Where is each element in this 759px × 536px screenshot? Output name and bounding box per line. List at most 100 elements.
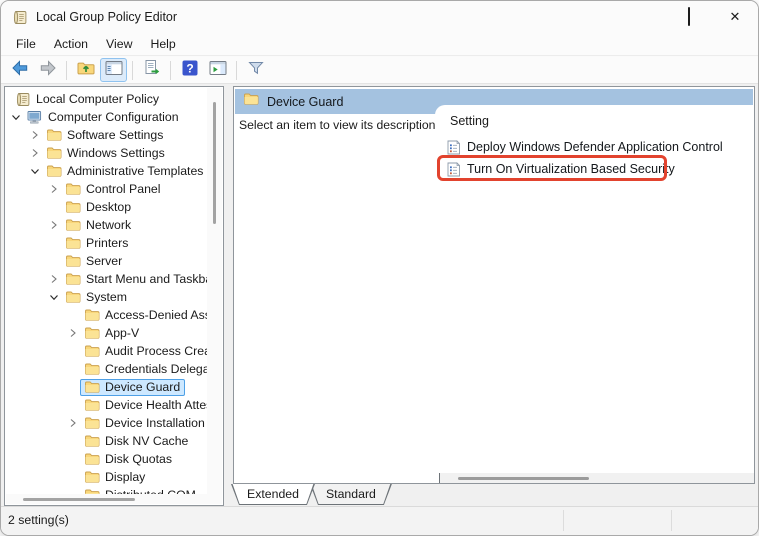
chevron-down-icon[interactable] [9, 109, 23, 125]
show-console-tree-button[interactable] [100, 58, 127, 82]
settings-rows: Deploy Windows Defender Application Cont… [435, 136, 753, 180]
tree-item-target[interactable]: Local Computer Policy [11, 91, 164, 108]
setting-column-header[interactable]: Setting [450, 114, 753, 132]
tree-item-label: Audit Process Crea [105, 344, 211, 358]
settings-horizontal-scrollbar[interactable] [439, 473, 754, 483]
tree-item-target[interactable]: Start Menu and Taskba [61, 271, 217, 288]
folder-icon [65, 181, 81, 197]
tree-item-target[interactable]: Desktop [61, 199, 136, 216]
tree-item-target[interactable]: Computer Configuration [23, 109, 184, 126]
up-one-level-button[interactable] [72, 58, 99, 82]
forward-button[interactable] [34, 58, 61, 82]
tree-item-server[interactable]: Server [5, 252, 223, 270]
tab-extended[interactable]: Extended [231, 484, 315, 505]
chevron-right-icon[interactable] [66, 415, 80, 431]
details-pane-title: Device Guard [267, 94, 344, 109]
tree-item-target[interactable]: System [61, 289, 132, 306]
chevron-right-icon[interactable] [28, 145, 42, 161]
tree-item-label: Server [86, 254, 123, 268]
chevron-down-icon[interactable] [28, 163, 42, 179]
tree-item-target[interactable]: Server [61, 253, 127, 270]
chevron-down-icon[interactable] [47, 289, 61, 305]
chevron-right-icon[interactable] [66, 325, 80, 341]
scrollbar-thumb[interactable] [213, 102, 216, 224]
tree-item-disk-nv-cache[interactable]: Disk NV Cache [5, 432, 223, 450]
tree-item-label: Network [86, 218, 132, 232]
tree-item-software-settings[interactable]: Software Settings [5, 126, 223, 144]
tree-item-access-denied-assi[interactable]: Access-Denied Assi [5, 306, 223, 324]
menu-help[interactable]: Help [141, 35, 184, 53]
menu-file[interactable]: File [7, 35, 45, 53]
tree-item-local-computer-policy[interactable]: Local Computer Policy [5, 90, 223, 108]
tree-item-target[interactable]: Disk NV Cache [80, 433, 193, 450]
scrollbar-thumb[interactable] [458, 477, 589, 480]
tree-item-computer-configuration[interactable]: Computer Configuration [5, 108, 223, 126]
chevron-right-icon[interactable] [28, 127, 42, 143]
chevron-right-icon[interactable] [47, 181, 61, 197]
tree-item-audit-process-crea[interactable]: Audit Process Crea [5, 342, 223, 360]
setting-row-deploy-windows-defender-application-control[interactable]: Deploy Windows Defender Application Cont… [435, 136, 753, 158]
tree-item-label: Device Health Attes [105, 398, 213, 412]
minimize-button[interactable] [620, 1, 666, 33]
tab-standard[interactable]: Standard [310, 484, 392, 505]
tree-item-printers[interactable]: Printers [5, 234, 223, 252]
tree-item-target[interactable]: Credentials Delegat [80, 361, 218, 378]
tree-item-disk-quotas[interactable]: Disk Quotas [5, 450, 223, 468]
tree-item-device-guard[interactable]: Device Guard [5, 378, 223, 396]
tree-item-administrative-templates[interactable]: Administrative Templates [5, 162, 223, 180]
policy-setting-icon [447, 161, 460, 177]
show-action-pane-button[interactable] [204, 58, 231, 82]
toolbar-separator [66, 60, 67, 80]
tree-item-target[interactable]: App-V [80, 325, 144, 342]
menu-view[interactable]: View [97, 35, 141, 53]
scroll-icon [15, 91, 31, 107]
tree-item-device-installation[interactable]: Device Installation [5, 414, 223, 432]
tree-item-label: Desktop [86, 200, 132, 214]
toolbar-separator [170, 60, 171, 80]
setting-row-turn-on-virtualization-based-security[interactable]: Turn On Virtualization Based Security [435, 158, 753, 180]
statusbar-divider [671, 510, 672, 531]
filter-button[interactable] [242, 58, 269, 82]
tree-item-target[interactable]: Device Health Attes [80, 397, 217, 414]
tree-item-target[interactable]: Windows Settings [42, 145, 170, 162]
tree-item-network[interactable]: Network [5, 216, 223, 234]
tree-item-app-v[interactable]: App-V [5, 324, 223, 342]
menu-action[interactable]: Action [45, 35, 97, 53]
tree-item-target[interactable]: Disk Quotas [80, 451, 177, 468]
tree-item-label: Windows Settings [67, 146, 165, 160]
help-button[interactable]: ? [176, 58, 203, 82]
tree-item-windows-settings[interactable]: Windows Settings [5, 144, 223, 162]
tree-item-credentials-delegat[interactable]: Credentials Delegat [5, 360, 223, 378]
tree-item-start-menu-and-taskba[interactable]: Start Menu and Taskba [5, 270, 223, 288]
tree-item-desktop[interactable]: Desktop [5, 198, 223, 216]
tree-item-target[interactable]: Audit Process Crea [80, 343, 216, 360]
tree-item-label: Credentials Delegat [105, 362, 214, 376]
back-button[interactable] [6, 58, 33, 82]
tree-item-target[interactable]: Network [61, 217, 136, 234]
tree-item-target[interactable]: Access-Denied Assi [80, 307, 219, 324]
titlebar: Local Group Policy Editor ✕ [1, 1, 758, 33]
tree-item-system[interactable]: System [5, 288, 223, 306]
tree-item-target[interactable]: Control Panel [61, 181, 166, 198]
maximize-button[interactable] [666, 1, 712, 33]
scrollbar-thumb[interactable] [23, 498, 135, 501]
tree-horizontal-scrollbar[interactable] [6, 494, 222, 504]
tree-item-label: System [86, 290, 127, 304]
status-text: 2 setting(s) [8, 513, 69, 527]
tree-item-target[interactable]: Device Installation [80, 415, 210, 432]
tree-item-control-panel[interactable]: Control Panel [5, 180, 223, 198]
tree-vertical-scrollbar[interactable] [207, 88, 222, 494]
tree-item-target[interactable]: Device Guard [80, 378, 186, 396]
tab-label: Standard [325, 487, 376, 501]
export-list-button[interactable] [138, 58, 165, 82]
chevron-right-icon[interactable] [47, 271, 61, 287]
tree-item-target[interactable]: Printers [61, 235, 133, 252]
tree-item-target[interactable]: Software Settings [42, 127, 168, 144]
close-button[interactable]: ✕ [712, 1, 758, 33]
tree-item-device-health-attes[interactable]: Device Health Attes [5, 396, 223, 414]
chevron-right-icon[interactable] [47, 217, 61, 233]
tree-item-display[interactable]: Display [5, 468, 223, 486]
statusbar: 2 setting(s) [1, 506, 758, 535]
tree-item-target[interactable]: Display [80, 469, 150, 486]
tree-item-target[interactable]: Administrative Templates [42, 163, 208, 180]
